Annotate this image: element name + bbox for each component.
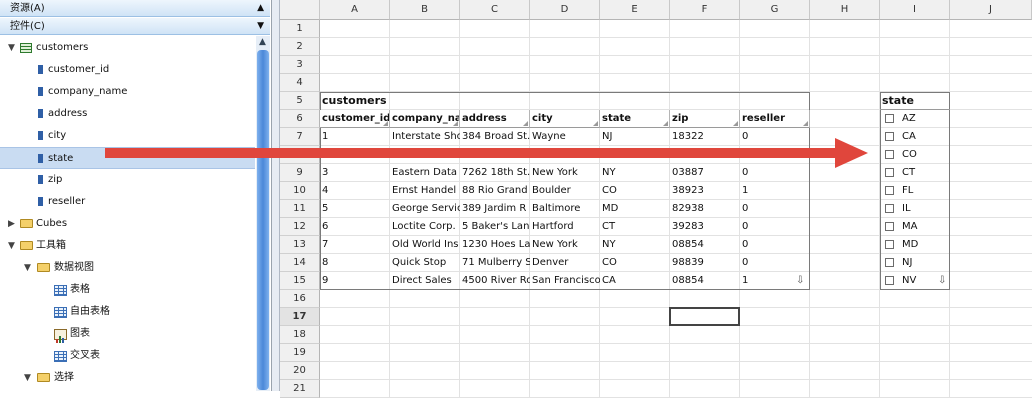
arrow-shape [105, 138, 868, 168]
drag-arrow-annotation [105, 138, 868, 168]
